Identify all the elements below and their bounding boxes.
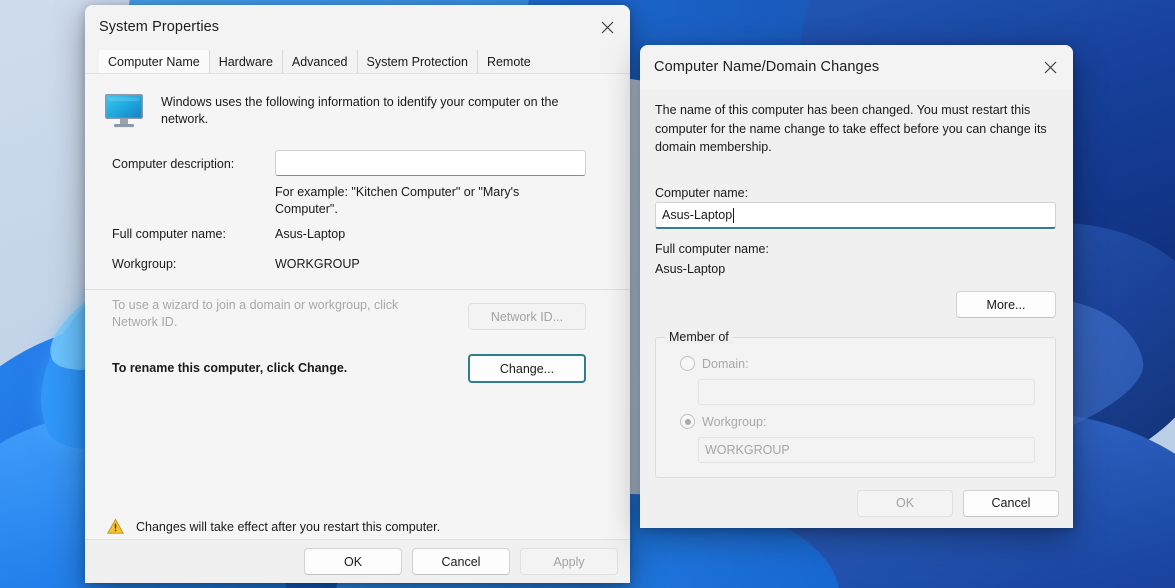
close-icon[interactable] <box>584 5 630 49</box>
full-computer-name-label: Full computer name: <box>112 227 226 241</box>
cndc-cancel-button-label: Cancel <box>991 496 1031 510</box>
cndc-titlebar: Computer Name/Domain Changes <box>640 45 1073 89</box>
cndc-full-computer-name-value: Asus-Laptop <box>655 262 726 276</box>
restart-warning-text: Changes will take effect after you resta… <box>136 519 441 534</box>
system-properties-dialog: System Properties Computer Name Hardware… <box>85 5 630 583</box>
tab-label: Advanced <box>291 54 348 69</box>
domain-radio-row: Domain: <box>680 356 749 371</box>
tab-computer-name[interactable]: Computer Name <box>99 50 210 73</box>
computer-description-input[interactable] <box>275 150 586 176</box>
cndc-message: The name of this computer has been chang… <box>655 103 1047 154</box>
tab-label: Hardware <box>218 54 273 69</box>
more-button-label: More... <box>986 297 1026 312</box>
member-of-legend: Member of <box>665 330 733 344</box>
text-caret <box>733 207 735 223</box>
workgroup-radio <box>680 414 695 429</box>
monitor-icon <box>103 92 145 130</box>
cndc-ok-button: OK <box>857 489 953 517</box>
ok-button-label: OK <box>343 554 363 569</box>
ok-button[interactable]: OK <box>304 548 402 575</box>
more-button[interactable]: More... <box>956 291 1056 318</box>
change-button[interactable]: Change... <box>468 354 586 383</box>
computer-name-value: Asus-Laptop <box>662 208 733 222</box>
tab-remote[interactable]: Remote <box>477 50 540 73</box>
network-id-hint: To use a wizard to join a domain or work… <box>112 298 399 329</box>
domain-radio-label: Domain: <box>702 356 749 371</box>
system-properties-titlebar: System Properties <box>85 5 630 49</box>
member-of-groupbox: Member of Domain: Workgroup: WORKGROUP <box>655 330 1056 478</box>
warning-triangle-icon <box>106 518 125 535</box>
workgroup-radio-label: Workgroup: <box>702 414 767 429</box>
workgroup-value: WORKGROUP <box>275 257 360 271</box>
rename-hint: To rename this computer, click Change. <box>112 361 348 375</box>
tab-advanced[interactable]: Advanced <box>282 50 358 73</box>
tab-label: Computer Name <box>108 54 200 69</box>
domain-radio <box>680 356 695 371</box>
tab-system-protection[interactable]: System Protection <box>357 50 478 73</box>
network-id-button: Network ID... <box>468 303 586 330</box>
computer-name-header: Windows uses the following information t… <box>103 92 603 130</box>
cancel-button-label: Cancel <box>441 554 481 569</box>
cndc-ok-button-label: OK <box>895 496 915 510</box>
apply-button-label: Apply <box>553 554 585 569</box>
tab-hardware[interactable]: Hardware <box>209 50 283 73</box>
network-id-button-label: Network ID... <box>490 309 564 324</box>
workgroup-value: WORKGROUP <box>705 443 790 457</box>
workgroup-input: WORKGROUP <box>698 437 1035 463</box>
restart-warning: Changes will take effect after you resta… <box>106 518 441 535</box>
close-icon[interactable] <box>1027 45 1073 89</box>
computer-description-example: For example: "Kitchen Computer" or "Mary… <box>275 185 520 216</box>
cndc-body: The name of this computer has been chang… <box>640 89 1073 528</box>
computer-name-label: Computer name: <box>655 186 749 200</box>
workgroup-radio-row: Workgroup: <box>680 414 766 429</box>
computer-description-label: Computer description: <box>112 157 235 171</box>
section-divider <box>85 289 630 290</box>
cndc-title: Computer Name/Domain Changes <box>654 59 880 75</box>
full-computer-name-value: Asus-Laptop <box>275 227 346 241</box>
cndc-full-computer-name-label: Full computer name: <box>655 242 769 256</box>
computer-name-domain-changes-dialog: Computer Name/Domain Changes The name of… <box>640 45 1073 528</box>
tab-label: System Protection <box>366 54 468 69</box>
apply-button: Apply <box>520 548 618 575</box>
cancel-button[interactable]: Cancel <box>412 548 510 575</box>
cndc-footer: OK Cancel <box>640 478 1073 528</box>
system-properties-footer: OK Cancel Apply <box>85 539 630 583</box>
desktop-wallpaper: System Properties Computer Name Hardware… <box>0 0 1175 588</box>
tab-label: Remote <box>486 54 531 69</box>
system-properties-title: System Properties <box>99 19 220 35</box>
domain-input <box>698 379 1035 405</box>
cndc-cancel-button[interactable]: Cancel <box>963 489 1059 517</box>
system-properties-tabstrip: Computer Name Hardware Advanced System P… <box>85 49 630 73</box>
workgroup-label: Workgroup: <box>112 257 177 271</box>
computer-name-input[interactable]: Asus-Laptop <box>655 202 1056 229</box>
computer-name-tab-panel: Windows uses the following information t… <box>85 73 630 583</box>
change-button-label: Change... <box>499 361 555 376</box>
computer-name-header-text: Windows uses the following information t… <box>161 95 559 126</box>
